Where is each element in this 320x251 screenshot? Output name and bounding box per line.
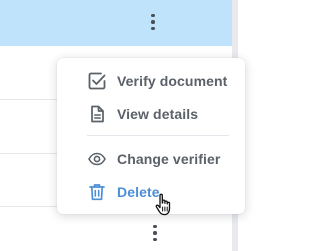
row-actions-kebab-icon[interactable] [145, 222, 165, 244]
menu-item-label: View details [117, 106, 199, 122]
document-icon [88, 105, 106, 123]
eye-icon [88, 150, 106, 168]
table-row-selected[interactable] [0, 0, 232, 46]
trash-icon [88, 183, 106, 201]
menu-item-change-verifier[interactable]: Change verifier [57, 144, 245, 174]
row-actions-menu: Verify document View details Change veri… [57, 58, 245, 214]
row-actions-kebab-icon[interactable] [143, 11, 163, 33]
menu-item-verify-document[interactable]: Verify document [57, 66, 245, 96]
menu-item-delete[interactable]: Delete [57, 177, 245, 207]
menu-item-view-details[interactable]: View details [57, 99, 245, 129]
menu-item-label: Change verifier [117, 151, 221, 167]
hand-pointer-cursor-icon [154, 193, 176, 217]
menu-item-label: Verify document [117, 73, 228, 89]
menu-divider [87, 135, 229, 136]
check-square-icon [88, 72, 106, 90]
